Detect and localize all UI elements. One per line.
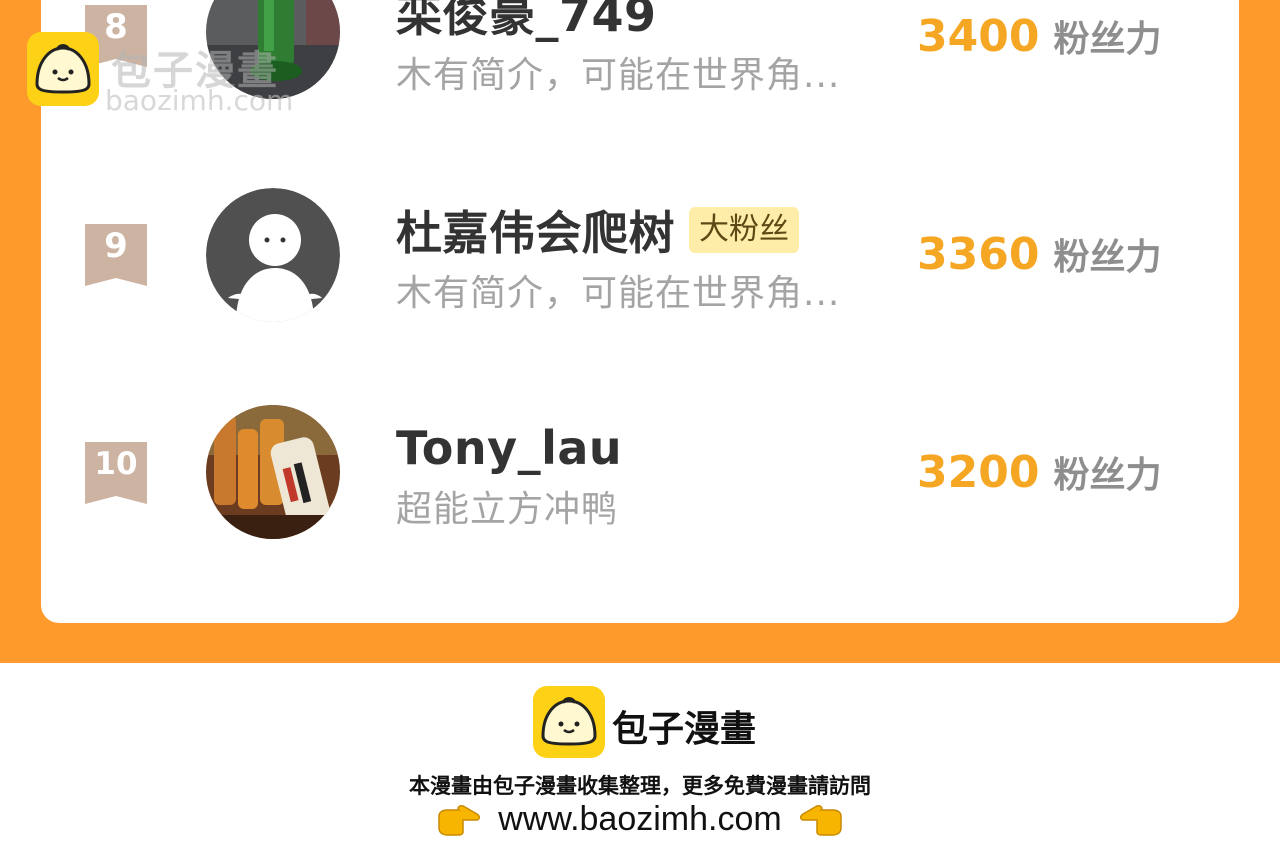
footer-url-line: www.baozimh.com <box>0 800 1280 839</box>
fan-score-unit: 粉丝力 <box>1053 237 1162 278</box>
user-name-line: 栾俊豪_749 <box>396 0 657 42</box>
fan-score: 3400 粉丝力 <box>917 10 1161 70</box>
footer-url-link[interactable]: www.baozimh.com <box>498 800 781 838</box>
baozi-bun-icon <box>27 32 99 106</box>
fan-score: 3360 粉丝力 <box>917 228 1161 288</box>
watermark: 包子漫畫 baozimh.com <box>27 32 327 122</box>
fan-score-unit: 粉丝力 <box>1053 19 1162 60</box>
rank-badge: 10 <box>85 442 147 504</box>
fan-score-value: 3400 <box>917 11 1040 62</box>
fan-score-value: 3360 <box>917 229 1040 280</box>
user-name-line: 杜嘉伟会爬树 大粉丝 <box>396 200 799 260</box>
rank-number: 10 <box>94 446 138 482</box>
fan-score-value: 3200 <box>917 447 1040 498</box>
user-bio: 木有简介，可能在世界角... <box>396 55 841 96</box>
ranking-row[interactable]: 9 杜嘉伟会爬树 大粉丝 木有简介，可能在世界角... 3360 粉丝力 <box>41 180 1239 340</box>
user-avatar[interactable] <box>206 405 340 539</box>
user-name[interactable]: 栾俊豪_749 <box>396 0 657 45</box>
user-bio: 超能立方冲鸭 <box>396 489 619 530</box>
ranking-row[interactable]: 10 Tony_lau 超能立方冲鸭 3200 粉丝力 <box>41 398 1239 558</box>
pointing-right-hand-icon <box>438 804 481 836</box>
footer-site-title: 包子漫畫 <box>612 709 757 750</box>
user-name-line: Tony_lau <box>396 418 622 478</box>
big-fan-badge: 大粉丝 <box>689 207 799 253</box>
fan-score: 3200 粉丝力 <box>917 446 1161 506</box>
footer-note: 本漫畫由包子漫畫收集整理，更多免費漫畫請訪問 <box>409 774 871 798</box>
fan-score-unit: 粉丝力 <box>1053 455 1162 496</box>
watermark-url: baozimh.com <box>105 84 294 117</box>
user-name[interactable]: 杜嘉伟会爬树 <box>396 197 675 263</box>
user-avatar[interactable] <box>206 188 340 322</box>
rank-badge: 9 <box>85 224 147 286</box>
pointing-left-hand-icon <box>799 804 842 836</box>
user-bio: 木有简介，可能在世界角... <box>396 273 841 314</box>
rank-number: 9 <box>104 226 128 266</box>
baozi-bun-icon <box>533 686 605 758</box>
user-name[interactable]: Tony_lau <box>396 421 622 475</box>
